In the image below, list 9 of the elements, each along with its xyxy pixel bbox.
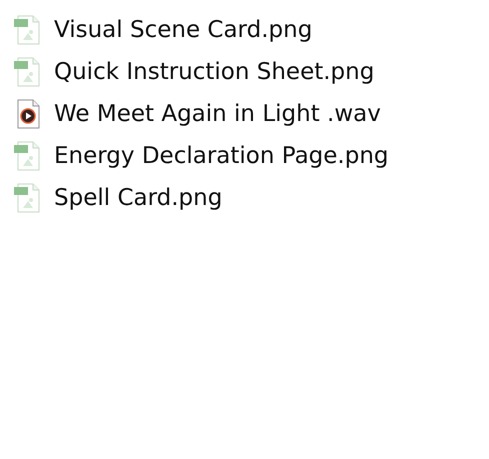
image-file-icon <box>14 57 40 87</box>
file-name[interactable]: Visual Scene Card.png <box>54 17 312 43</box>
file-name[interactable]: We Meet Again in Light .wav <box>54 101 381 127</box>
image-file-icon <box>14 141 40 171</box>
file-name[interactable]: Quick Instruction Sheet.png <box>54 59 374 85</box>
image-file-icon <box>14 183 40 213</box>
file-name[interactable]: Energy Declaration Page.png <box>54 143 389 169</box>
file-name[interactable]: Spell Card.png <box>54 185 222 211</box>
image-file-icon <box>14 15 40 45</box>
